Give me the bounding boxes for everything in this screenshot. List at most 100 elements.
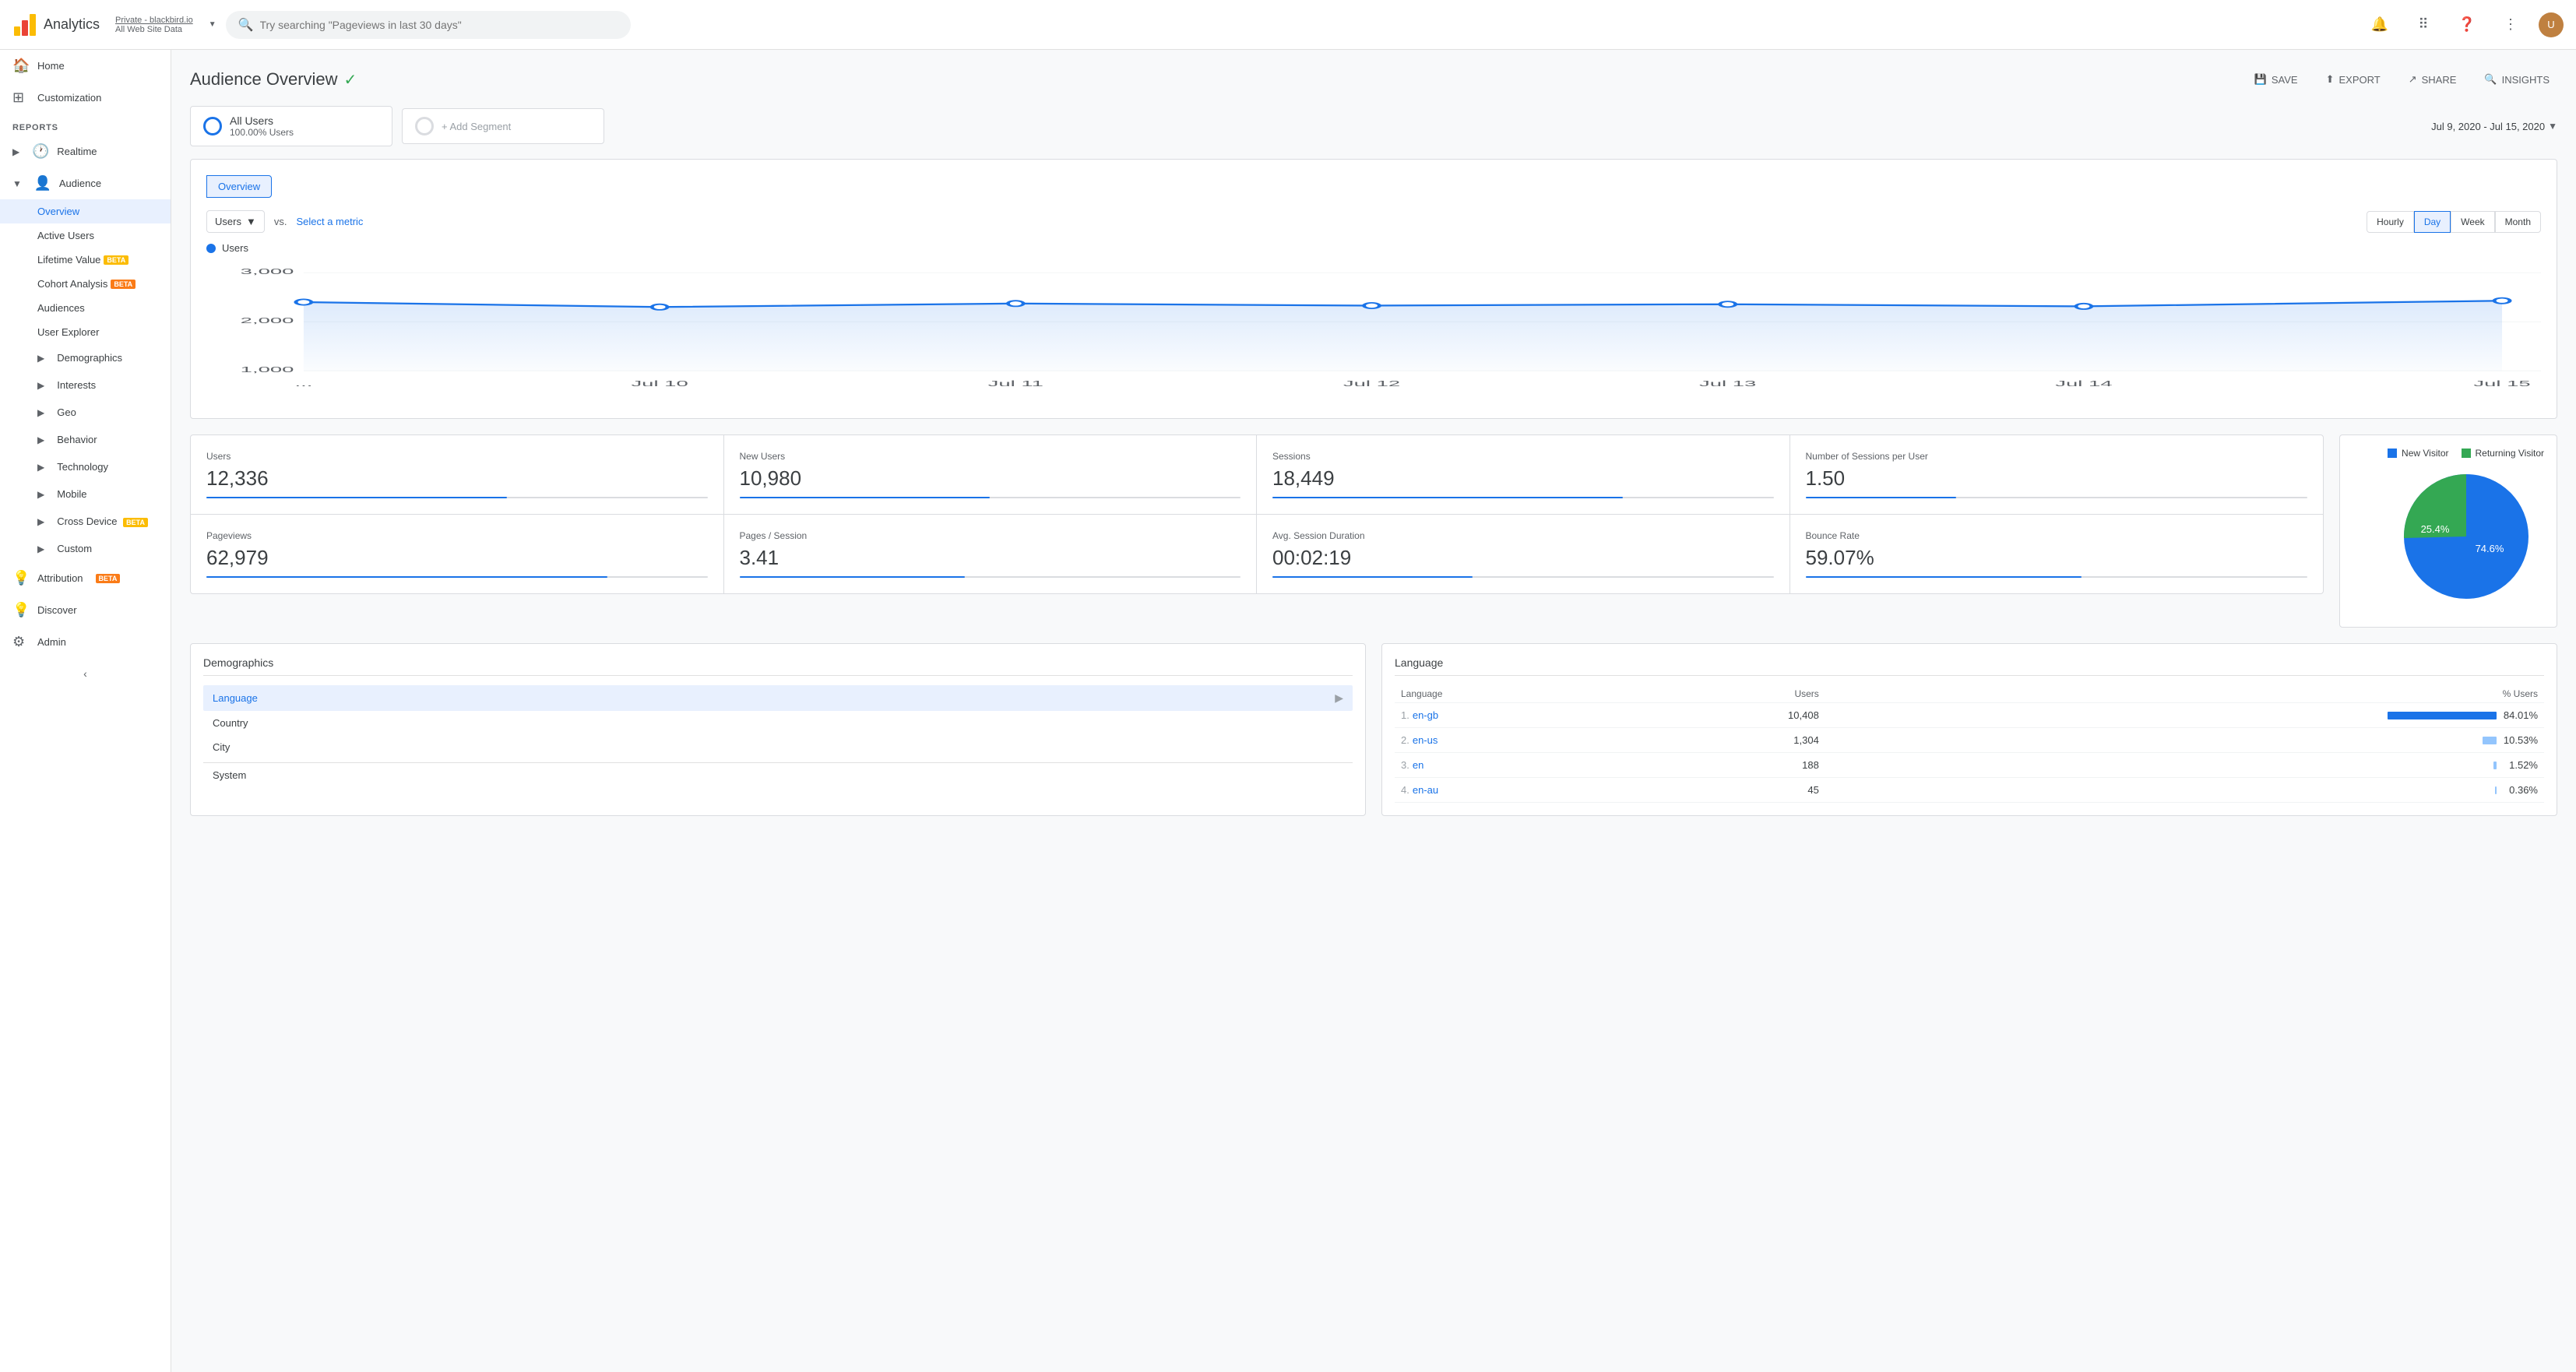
svg-text:3,000: 3,000 — [241, 267, 294, 276]
sidebar: 🏠 Home ⊞ Customization REPORTS ▶ 🕐 Realt… — [0, 50, 171, 1372]
notifications-button[interactable]: 🔔 — [2364, 9, 2395, 40]
admin-label: Admin — [37, 636, 66, 648]
metric-cell-bounce-rate: Bounce Rate 59.07% — [1790, 515, 2324, 593]
sidebar-item-interests[interactable]: ▶ Interests — [0, 371, 171, 399]
add-segment-button[interactable]: + Add Segment — [402, 108, 604, 144]
collapse-icon: ‹ — [83, 667, 87, 680]
account-sub: All Web Site Data — [115, 25, 193, 34]
sidebar-sub-item-audiences[interactable]: Audiences — [0, 296, 171, 320]
time-buttons: Hourly Day Week Month — [2367, 211, 2541, 233]
metric-cell-pages--session: Pages / Session 3.41 — [724, 515, 1258, 593]
metric-bar-fill — [206, 576, 607, 578]
demo-nav-label: City — [213, 741, 230, 753]
sidebar-sub-item-user-explorer[interactable]: User Explorer — [0, 320, 171, 344]
home-label: Home — [37, 60, 158, 72]
language-table: Language Users % Users 1.en-gb 10,408 84… — [1395, 685, 2544, 803]
demo-nav-item-language[interactable]: Language▶ — [203, 685, 1353, 711]
save-button[interactable]: 💾 SAVE — [2247, 69, 2306, 90]
segment-circle-icon — [203, 117, 222, 135]
interests-chevron-icon: ▶ — [37, 380, 44, 391]
svg-text:1,000: 1,000 — [241, 365, 294, 374]
more-options-button[interactable]: ⋮ — [2495, 9, 2526, 40]
week-button[interactable]: Week — [2451, 211, 2494, 233]
bar-cell: 10.53% — [1832, 734, 2538, 746]
mini-bar — [2483, 737, 2497, 744]
sidebar-item-demographics[interactable]: ▶ Demographics — [0, 344, 171, 371]
sidebar-item-realtime[interactable]: ▶ 🕐 Realtime — [0, 135, 171, 167]
metric-label: Pages / Session — [740, 530, 1241, 541]
sidebar-sub-item-active-users[interactable]: Active Users — [0, 223, 171, 248]
lang-link[interactable]: en — [1413, 759, 1423, 771]
row-num: 2. — [1401, 734, 1409, 746]
save-icon: 💾 — [2254, 73, 2267, 86]
metric-bar-fill — [1806, 576, 2082, 578]
page-header: Audience Overview ✓ 💾 SAVE ⬆ EXPORT ↗ SH… — [190, 69, 2557, 90]
language-table-row: 3.en 188 1.52% — [1395, 753, 2544, 778]
share-icon: ↗ — [2409, 73, 2417, 86]
admin-icon: ⚙ — [12, 634, 28, 650]
sidebar-item-mobile[interactable]: ▶ Mobile — [0, 480, 171, 508]
metric-select-label: Users — [215, 216, 241, 227]
geo-label: Geo — [57, 406, 76, 418]
sidebar-item-customization[interactable]: ⊞ Customization — [0, 82, 171, 114]
apps-button[interactable]: ⠿ — [2408, 9, 2439, 40]
search-input[interactable] — [260, 19, 618, 31]
share-button[interactable]: ↗ SHARE — [2401, 69, 2465, 90]
overview-tab[interactable]: Overview — [206, 175, 272, 198]
metric-value: 18,449 — [1272, 466, 1774, 491]
all-users-segment[interactable]: All Users 100.00% Users — [190, 106, 392, 146]
metric-value: 3.41 — [740, 546, 1241, 570]
help-button[interactable]: ❓ — [2451, 9, 2483, 40]
sidebar-item-attribution[interactable]: 💡 Attribution BETA — [0, 562, 171, 594]
attribution-label: Attribution — [37, 572, 83, 584]
sidebar-collapse-button[interactable]: ‹ — [0, 658, 171, 689]
export-button[interactable]: ⬆ EXPORT — [2318, 69, 2388, 90]
sidebar-item-cross-device[interactable]: ▶ Cross Device BETA — [0, 508, 171, 535]
pct-cell: 1.52% — [1825, 753, 2544, 778]
account-dropdown-icon[interactable]: ▼ — [209, 20, 216, 29]
users-line-chart: 3,000 2,000 1,000 — [206, 260, 2541, 400]
metric-bar — [1806, 497, 2308, 498]
system-label: System — [203, 762, 1353, 784]
demo-nav-item-city[interactable]: City — [203, 735, 1353, 759]
lang-link[interactable]: en-gb — [1413, 709, 1438, 721]
sidebar-item-technology[interactable]: ▶ Technology — [0, 453, 171, 480]
sidebar-item-behavior[interactable]: ▶ Behavior — [0, 426, 171, 453]
lang-link[interactable]: en-us — [1413, 734, 1438, 746]
audience-label: Audience — [59, 178, 158, 189]
demographics-card: Demographics Language▶Country City System — [190, 643, 1366, 816]
behavior-label: Behavior — [57, 434, 97, 445]
metric-label: Users — [206, 451, 708, 462]
demo-nav-item-country[interactable]: Country — [203, 711, 1353, 735]
date-range-picker[interactable]: Jul 9, 2020 - Jul 15, 2020 ▼ — [2431, 121, 2557, 132]
metric-select-dropdown[interactable]: Users ▼ — [206, 210, 265, 233]
sidebar-item-custom[interactable]: ▶ Custom — [0, 535, 171, 562]
svg-text:Jul 12: Jul 12 — [1343, 379, 1400, 388]
sidebar-sub-item-overview[interactable]: Overview — [0, 199, 171, 223]
app-title: Analytics — [44, 16, 100, 33]
sidebar-item-geo[interactable]: ▶ Geo — [0, 399, 171, 426]
metric-cell-new-users: New Users 10,980 — [724, 435, 1258, 515]
hourly-button[interactable]: Hourly — [2367, 211, 2414, 233]
month-button[interactable]: Month — [2495, 211, 2541, 233]
metric-bar — [1806, 576, 2308, 578]
sidebar-sub-item-lifetime-value[interactable]: Lifetime Value BETA — [0, 248, 171, 272]
sidebar-sub-item-cohort-analysis[interactable]: Cohort Analysis BETA — [0, 272, 171, 296]
demographics-title: Demographics — [203, 656, 1353, 676]
lang-link[interactable]: en-au — [1413, 784, 1438, 796]
avatar[interactable]: U — [2539, 12, 2564, 37]
search-bar[interactable]: 🔍 — [226, 11, 631, 39]
discover-icon: 💡 — [12, 602, 28, 618]
language-table-row: 4.en-au 45 0.36% — [1395, 778, 2544, 803]
day-button[interactable]: Day — [2414, 211, 2451, 233]
users-legend-dot — [206, 244, 216, 253]
sidebar-item-discover[interactable]: 💡 Discover — [0, 594, 171, 626]
users-cell: 45 — [1634, 778, 1825, 803]
select-metric-link[interactable]: Select a metric — [296, 216, 363, 227]
sidebar-item-admin[interactable]: ⚙ Admin — [0, 626, 171, 658]
sidebar-item-home[interactable]: 🏠 Home — [0, 50, 171, 82]
metric-bar-fill — [1272, 497, 1623, 498]
sidebar-item-audience[interactable]: ▼ 👤 Audience — [0, 167, 171, 199]
insights-button[interactable]: 🔍 INSIGHTS — [2476, 69, 2557, 90]
lang-cell: 4.en-au — [1395, 778, 1634, 803]
